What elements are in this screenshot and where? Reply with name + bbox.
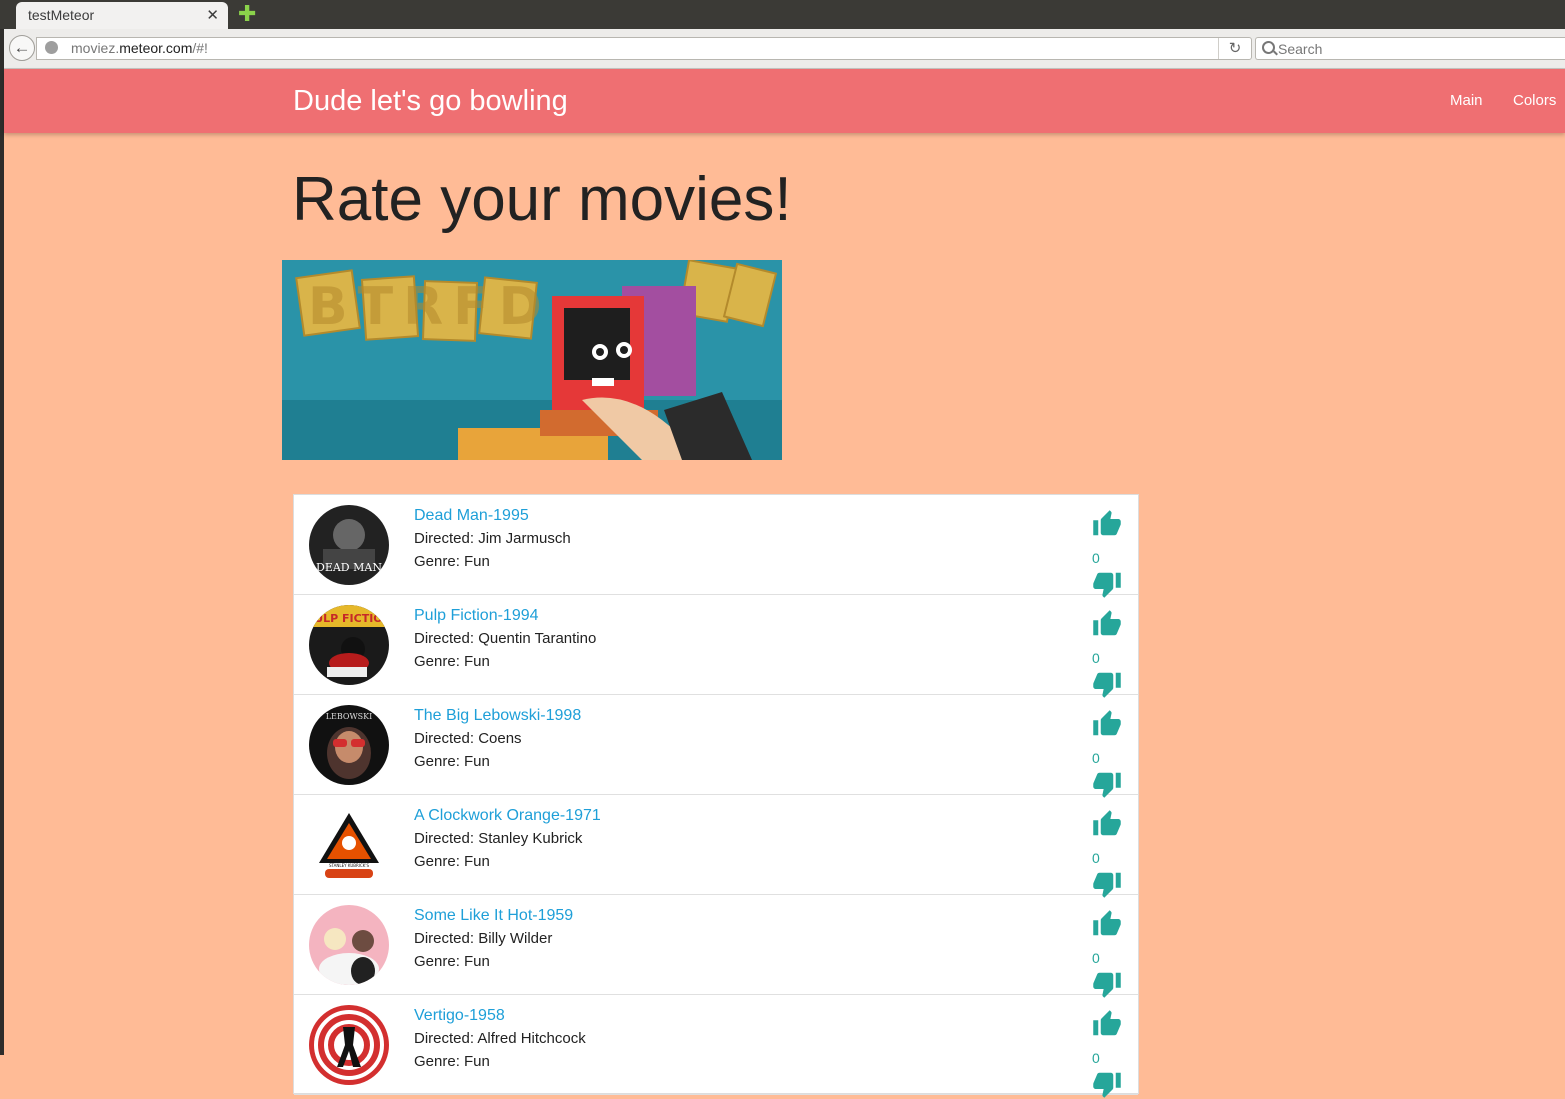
movie-genre: Genre: Fun	[414, 753, 490, 770]
thumb-up-icon[interactable]	[1091, 1009, 1123, 1039]
search-input[interactable]	[1278, 39, 1558, 58]
thumb-up-icon[interactable]	[1091, 909, 1123, 939]
movie-genre: Genre: Fun	[414, 953, 490, 970]
new-tab-icon[interactable]: ✚	[238, 3, 256, 25]
movie-director: Directed: Billy Wilder	[414, 930, 553, 947]
reload-icon[interactable]: ↻	[1218, 38, 1251, 59]
movie-poster[interactable]: LEBOWSKI	[309, 705, 389, 785]
movie-director: Directed: Stanley Kubrick	[414, 830, 583, 847]
browser-tab[interactable]: testMeteor ✕	[16, 2, 228, 29]
window-edge	[0, 29, 4, 1055]
browser-search-box[interactable]	[1255, 37, 1565, 60]
movie-director: Directed: Quentin Tarantino	[414, 630, 597, 647]
movie-genre: Genre: Fun	[414, 853, 490, 870]
back-arrow-icon[interactable]: ←	[9, 35, 35, 61]
thumb-up-icon[interactable]	[1091, 709, 1123, 739]
movie-genre: Genre: Fun	[414, 653, 490, 670]
poster-text: LEBOWSKI	[326, 712, 373, 721]
movie-poster[interactable]: STANLEY KUBRICK'S	[309, 805, 389, 885]
hero-gif: BTRFD	[282, 260, 782, 460]
search-icon	[1262, 41, 1275, 54]
vote-count: 0	[1092, 750, 1100, 766]
thumb-up-icon[interactable]	[1091, 509, 1123, 539]
movie-title-link[interactable]: Pulp Fiction-1994	[414, 607, 539, 625]
movie-row: DEAD MAN Dead Man-1995 Directed: Jim Jar…	[294, 495, 1138, 598]
movie-director: Directed: Alfred Hitchcock	[414, 1030, 586, 1047]
app-navbar: Dude let's go bowling Main Colors	[4, 69, 1565, 133]
vote-count: 0	[1092, 950, 1100, 966]
poster-text: PULP FICTION	[309, 612, 389, 625]
movie-director: Directed: Jim Jarmusch	[414, 530, 571, 547]
movie-genre: Genre: Fun	[414, 553, 490, 570]
movie-title-link[interactable]: Some Like It Hot-1959	[414, 907, 573, 925]
movie-row: Vertigo-1958 Directed: Alfred Hitchcock …	[294, 995, 1138, 1098]
url-text: moviez.meteor.com/#!	[71, 40, 208, 56]
movie-poster[interactable]	[309, 905, 389, 985]
browser-toolbar: ← moviez.meteor.com/#! ↻	[4, 29, 1565, 69]
movie-row: LEBOWSKI The Big Lebowski-1998 Directed:…	[294, 695, 1138, 798]
poster-text: DEAD MAN	[316, 561, 382, 574]
movie-row: PULP FICTION Pulp Fiction-1994 Directed:…	[294, 595, 1138, 698]
movie-director: Directed: Coens	[414, 730, 522, 747]
movie-title-link[interactable]: A Clockwork Orange-1971	[414, 807, 601, 825]
thumb-up-icon[interactable]	[1091, 609, 1123, 639]
nav-link-colors[interactable]: Colors	[1513, 69, 1556, 133]
movie-title-link[interactable]: Vertigo-1958	[414, 1007, 505, 1025]
movie-poster[interactable]	[309, 1005, 389, 1085]
nav-link-main[interactable]: Main	[1450, 69, 1483, 133]
movie-title-link[interactable]: The Big Lebowski-1998	[414, 707, 581, 725]
page-title: Rate your movies!	[292, 165, 792, 234]
poster-text: STANLEY KUBRICK'S	[329, 863, 370, 868]
movie-poster[interactable]: PULP FICTION	[309, 605, 389, 685]
globe-icon	[45, 41, 58, 54]
vote-count: 0	[1092, 550, 1100, 566]
movie-row: STANLEY KUBRICK'S A Clockwork Orange-197…	[294, 795, 1138, 898]
address-bar[interactable]: moviez.meteor.com/#! ↻	[36, 37, 1252, 60]
thumb-down-icon[interactable]	[1091, 1069, 1123, 1099]
vote-count: 0	[1092, 650, 1100, 666]
movie-list: DEAD MAN Dead Man-1995 Directed: Jim Jar…	[293, 494, 1139, 1098]
movie-title-link[interactable]: Dead Man-1995	[414, 507, 529, 525]
thumb-up-icon[interactable]	[1091, 809, 1123, 839]
brand-link[interactable]: Dude let's go bowling	[293, 69, 568, 133]
movie-poster[interactable]: DEAD MAN	[309, 505, 389, 585]
movie-genre: Genre: Fun	[414, 1053, 490, 1070]
hero-banner-text: BTRFD	[308, 277, 552, 337]
vote-count: 0	[1092, 1050, 1100, 1066]
close-icon[interactable]: ✕	[206, 2, 219, 29]
browser-tab-bar: testMeteor ✕ ✚	[0, 0, 1565, 29]
vote-count: 0	[1092, 850, 1100, 866]
movie-row: Some Like It Hot-1959 Directed: Billy Wi…	[294, 895, 1138, 998]
tab-title: testMeteor	[28, 7, 95, 23]
